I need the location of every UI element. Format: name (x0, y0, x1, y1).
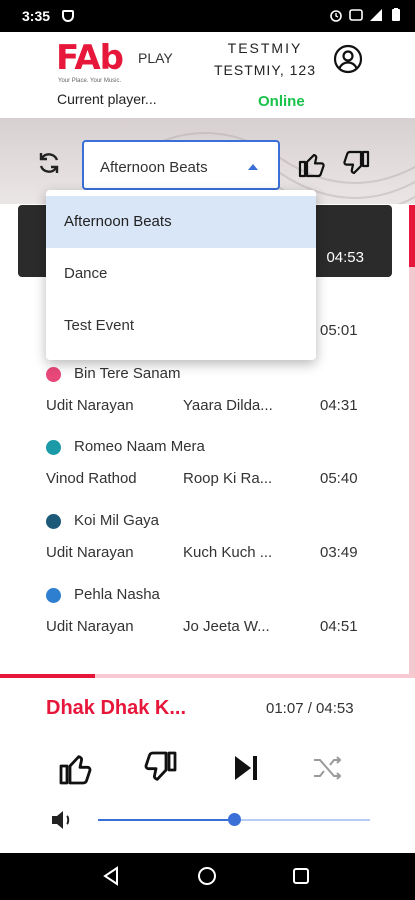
volume-icon[interactable] (50, 808, 76, 832)
song-art-icon (46, 514, 61, 529)
thumbs-down-icon[interactable] (142, 750, 178, 786)
thumbs-up-icon[interactable] (298, 150, 326, 178)
song-art-icon (46, 367, 61, 382)
recents-icon[interactable] (290, 865, 312, 887)
song-art-icon (46, 440, 61, 455)
battery-icon (392, 8, 400, 21)
logo-suffix: PLAY (138, 50, 173, 66)
song-duration: 04:31 (320, 397, 358, 414)
home-icon[interactable] (196, 865, 218, 887)
shuffle-icon[interactable] (310, 750, 346, 786)
list-item[interactable]: Koi Mil Gaya Udit Narayan Kuch Kuch ... … (0, 512, 405, 584)
song-album: Roop Ki Ra... (183, 470, 273, 487)
song-title: Pehla Nasha (74, 586, 160, 603)
dropdown-option[interactable]: Afternoon Beats (46, 196, 316, 248)
volume-slider[interactable] (98, 813, 370, 826)
playlist-select-value: Afternoon Beats (100, 159, 208, 176)
logo-text: FAb (56, 38, 124, 78)
connection-status: Online (258, 93, 305, 110)
scrollbar-track[interactable] (409, 267, 415, 675)
back-icon[interactable] (100, 865, 122, 887)
song-title: Bin Tere Sanam (74, 365, 181, 382)
alarm-icon (330, 10, 342, 22)
list-item[interactable]: Pehla Nasha Udit Narayan Jo Jeeta W... 0… (0, 586, 405, 658)
song-album: Kuch Kuch ... (183, 544, 273, 561)
song-artist: Vinod Rathod (46, 470, 137, 487)
playback-progress-bar[interactable] (0, 674, 415, 678)
song-title: Romeo Naam Mera (74, 438, 205, 455)
song-duration: 05:01 (320, 322, 358, 339)
song-duration: 05:40 (320, 470, 358, 487)
song-artist: Udit Narayan (46, 397, 134, 414)
player-time: 01:07 / 04:53 (266, 700, 354, 717)
current-player-label: Current player... (57, 91, 157, 107)
volume-knob[interactable] (228, 813, 241, 826)
player-track-title: Dhak Dhak K... (46, 697, 187, 719)
song-album: Jo Jeeta W... (183, 618, 270, 635)
status-icons (329, 8, 403, 22)
scrollbar-thumb[interactable] (409, 205, 415, 267)
user-detail: TESTMIY, 123 (213, 62, 316, 78)
dropdown-option[interactable]: Dance (46, 248, 316, 300)
song-artist: Udit Narayan (46, 544, 134, 561)
data-saver-icon (349, 9, 363, 21)
status-time: 3:35 (22, 8, 51, 24)
song-artist: Udit Narayan (46, 618, 134, 635)
playlist-select[interactable]: Afternoon Beats (82, 140, 280, 190)
account-circle-icon[interactable] (333, 44, 363, 74)
song-title: Koi Mil Gaya (74, 512, 160, 529)
caret-up-icon (248, 164, 258, 170)
song-art-icon (46, 588, 61, 603)
user-name: TESTMIY (227, 40, 303, 56)
dropdown-option[interactable]: Test Event (46, 300, 316, 352)
thumbs-up-icon[interactable] (58, 750, 94, 786)
volume-fill (98, 819, 234, 821)
app-header: FAb PLAY Your Place. Your Music. Current… (0, 32, 415, 118)
status-bar: 3:35 (0, 0, 415, 32)
list-item[interactable]: Bin Tere Sanam Udit Narayan Yaara Dilda.… (0, 365, 405, 437)
playback-progress-fill (0, 674, 96, 678)
song-duration: 04:51 (320, 618, 358, 635)
playlist-dropdown-menu: Afternoon Beats Dance Test Event (46, 190, 316, 360)
song-album: Yaara Dilda... (183, 397, 273, 414)
logo-tagline: Your Place. Your Music. (58, 78, 122, 84)
signal-icon (370, 9, 382, 21)
now-playing-duration: 04:53 (326, 249, 364, 266)
vpn-icon (62, 10, 74, 22)
sync-icon[interactable] (36, 150, 62, 176)
list-item[interactable]: Romeo Naam Mera Vinod Rathod Roop Ki Ra.… (0, 438, 405, 510)
skip-next-icon[interactable] (228, 750, 264, 786)
thumbs-down-icon[interactable] (342, 150, 370, 178)
fab-play-logo: FAb PLAY Your Place. Your Music. (56, 38, 176, 88)
system-nav-bar (0, 853, 415, 900)
song-duration: 03:49 (320, 544, 358, 561)
